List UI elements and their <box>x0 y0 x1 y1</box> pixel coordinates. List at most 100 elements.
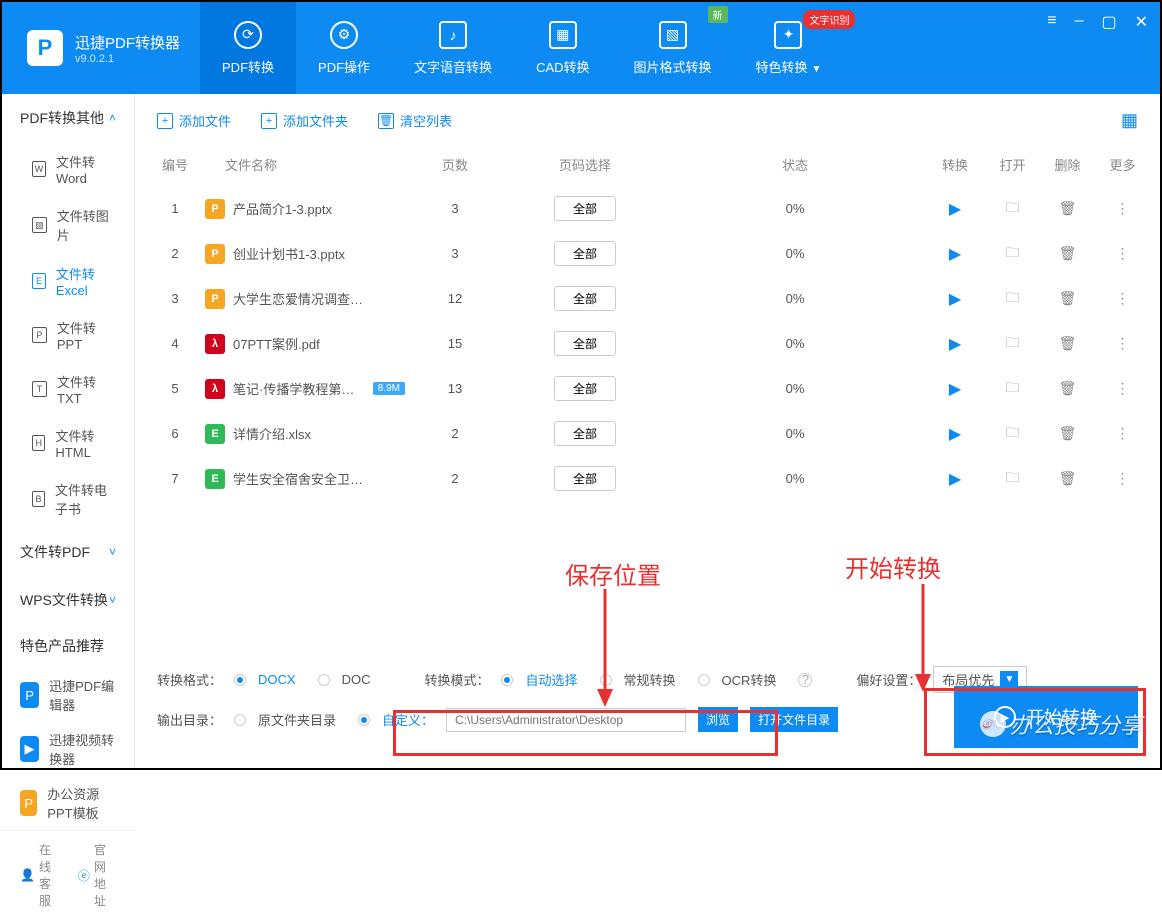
badge-ocr: 文字识别 <box>803 10 855 29</box>
help-icon[interactable]: ? <box>798 673 812 687</box>
tab-text-voice[interactable]: ♪ 文字语音转换 <box>392 2 514 94</box>
more-button[interactable]: ⋮ <box>1095 425 1150 442</box>
sidebar-item-ebook[interactable]: B文件转电子书 <box>2 470 134 528</box>
header-tabs: ⟳ PDF转换 ⚙ PDF操作 ♪ 文字语音转换 ▦ CAD转换 新 ▧ 图片格… <box>200 2 843 94</box>
open-button[interactable]: 🗀 <box>985 197 1040 221</box>
format-label: 转换格式： <box>157 670 222 689</box>
more-button[interactable]: ⋮ <box>1095 245 1150 262</box>
delete-button[interactable]: 🗑 <box>1040 290 1095 307</box>
view-toggle[interactable]: ▦ <box>1121 110 1138 131</box>
tab-cad[interactable]: ▦ CAD转换 <box>514 2 611 94</box>
open-button[interactable]: 🗀 <box>985 467 1040 491</box>
page-select-button[interactable]: 全部 <box>554 286 616 311</box>
delete-button[interactable]: 🗑 <box>1040 245 1095 262</box>
close-icon[interactable]: ✕ <box>1135 12 1148 32</box>
promo-pdf-editor[interactable]: P迅捷PDF编辑器 <box>2 668 134 722</box>
radio-normal[interactable] <box>600 674 612 686</box>
promo-ppt[interactable]: P办公资源PPT模板 <box>2 776 134 830</box>
cell-pages: 3 <box>405 246 505 261</box>
convert-button[interactable]: ▶ <box>925 469 985 489</box>
minimize-icon[interactable]: – <box>1075 12 1084 32</box>
tab-pdf-convert[interactable]: ⟳ PDF转换 <box>200 2 296 94</box>
open-button[interactable]: 🗀 <box>985 242 1040 266</box>
promo-video[interactable]: ▶迅捷视频转换器 <box>2 722 134 776</box>
radio-doc[interactable] <box>318 674 330 686</box>
page-select-button[interactable]: 全部 <box>554 376 616 401</box>
start-convert-button[interactable]: ▶ 开始转换 <box>954 686 1138 748</box>
convert-button[interactable]: ▶ <box>925 289 985 309</box>
sidebar-section-to-pdf[interactable]: 文件转PDF ˅ <box>2 528 134 576</box>
mode-label: 转换模式： <box>424 670 489 689</box>
delete-button[interactable]: 🗑 <box>1040 200 1095 217</box>
cell-num: 1 <box>145 201 205 216</box>
more-button[interactable]: ⋮ <box>1095 470 1150 487</box>
page-select-button[interactable]: 全部 <box>554 331 616 356</box>
radio-custom-dir[interactable] <box>358 714 370 726</box>
add-file-button[interactable]: +添加文件 <box>157 111 231 130</box>
convert-button[interactable]: ▶ <box>925 379 985 399</box>
chevron-down-icon: ▼ <box>812 64 822 75</box>
sidebar-item-txt[interactable]: T文件转TXT <box>2 362 134 416</box>
add-folder-button[interactable]: 添加文件夹 <box>261 111 348 130</box>
convert-button[interactable]: ▶ <box>925 334 985 354</box>
site-link[interactable]: ⓔ官网地址 <box>78 841 116 909</box>
sidebar-item-image[interactable]: ▧文件转图片 <box>2 196 134 254</box>
clear-list-button[interactable]: 🗑清空列表 <box>378 111 452 130</box>
open-button[interactable]: 🗀 <box>985 287 1040 311</box>
sidebar-section-wps[interactable]: WPS文件转换 ˅ <box>2 576 134 624</box>
convert-button[interactable]: ▶ <box>925 424 985 444</box>
ppt-icon: P <box>32 327 47 343</box>
audio-icon: ♪ <box>439 21 467 49</box>
cell-pages: 3 <box>405 201 505 216</box>
delete-button[interactable]: 🗑 <box>1040 335 1095 352</box>
page-select-button[interactable]: 全部 <box>554 196 616 221</box>
page-select-button[interactable]: 全部 <box>554 241 616 266</box>
cell-num: 5 <box>145 381 205 396</box>
sidebar-section-pdf-other[interactable]: PDF转换其他 ˄ <box>2 94 134 142</box>
sidebar-item-excel[interactable]: E文件转Excel <box>2 254 134 308</box>
tab-pdf-operate[interactable]: ⚙ PDF操作 <box>296 2 392 94</box>
open-button[interactable]: 🗀 <box>985 377 1040 401</box>
tab-image-format[interactable]: 新 ▧ 图片格式转换 <box>612 2 734 94</box>
browse-button[interactable]: 浏览 <box>698 707 738 732</box>
file-name: 大学生恋爱情况调查2.pptx <box>233 289 368 308</box>
convert-button[interactable]: ▶ <box>925 199 985 219</box>
radio-auto[interactable] <box>501 674 513 686</box>
open-button[interactable]: 🗀 <box>985 422 1040 446</box>
cell-status: 0% <box>665 471 925 486</box>
menu-icon[interactable]: ≡ <box>1047 12 1056 32</box>
tab-special[interactable]: 文字识别 ✦ 特色转换▼ <box>734 2 844 94</box>
path-input[interactable] <box>446 708 686 732</box>
col-delete: 删除 <box>1040 155 1095 174</box>
cell-pages: 15 <box>405 336 505 351</box>
play-icon: ▶ <box>994 706 1016 728</box>
delete-button[interactable]: 🗑 <box>1040 470 1095 487</box>
sidebar-item-ppt[interactable]: P文件转PPT <box>2 308 134 362</box>
delete-button[interactable]: 🗑 <box>1040 425 1095 442</box>
cell-name: P 大学生恋爱情况调查2.pptx <box>205 289 405 309</box>
cell-status: 0% <box>665 246 925 261</box>
col-page-sel: 页码选择 <box>505 155 665 174</box>
open-dir-button[interactable]: 打开文件目录 <box>750 707 838 732</box>
sidebar-item-word[interactable]: W文件转Word <box>2 142 134 196</box>
file-icon: P <box>205 289 225 309</box>
more-button[interactable]: ⋮ <box>1095 335 1150 352</box>
word-icon: W <box>32 161 46 177</box>
radio-orig-dir[interactable] <box>234 714 246 726</box>
radio-docx[interactable] <box>234 674 246 686</box>
delete-button[interactable]: 🗑 <box>1040 380 1095 397</box>
sidebar-item-html[interactable]: H文件转HTML <box>2 416 134 470</box>
page-select-button[interactable]: 全部 <box>554 466 616 491</box>
more-button[interactable]: ⋮ <box>1095 200 1150 217</box>
open-button[interactable]: 🗀 <box>985 332 1040 356</box>
convert-button[interactable]: ▶ <box>925 244 985 264</box>
chat-link[interactable]: 👤在线客服 <box>20 841 60 909</box>
table-row: 2 P 创业计划书1-3.pptx 3 全部 0% ▶ 🗀 🗑 ⋮ <box>135 231 1160 276</box>
more-button[interactable]: ⋮ <box>1095 290 1150 307</box>
more-button[interactable]: ⋮ <box>1095 380 1150 397</box>
page-select-button[interactable]: 全部 <box>554 421 616 446</box>
maximize-icon[interactable]: ▢ <box>1101 12 1116 32</box>
app-name: 迅捷PDF转换器 <box>75 32 180 53</box>
bottom-panel: 转换格式： DOCX DOC 转换模式： 自动选择 常规转换 OCR转换 ? 偏… <box>135 648 1160 768</box>
radio-ocr[interactable] <box>698 674 710 686</box>
